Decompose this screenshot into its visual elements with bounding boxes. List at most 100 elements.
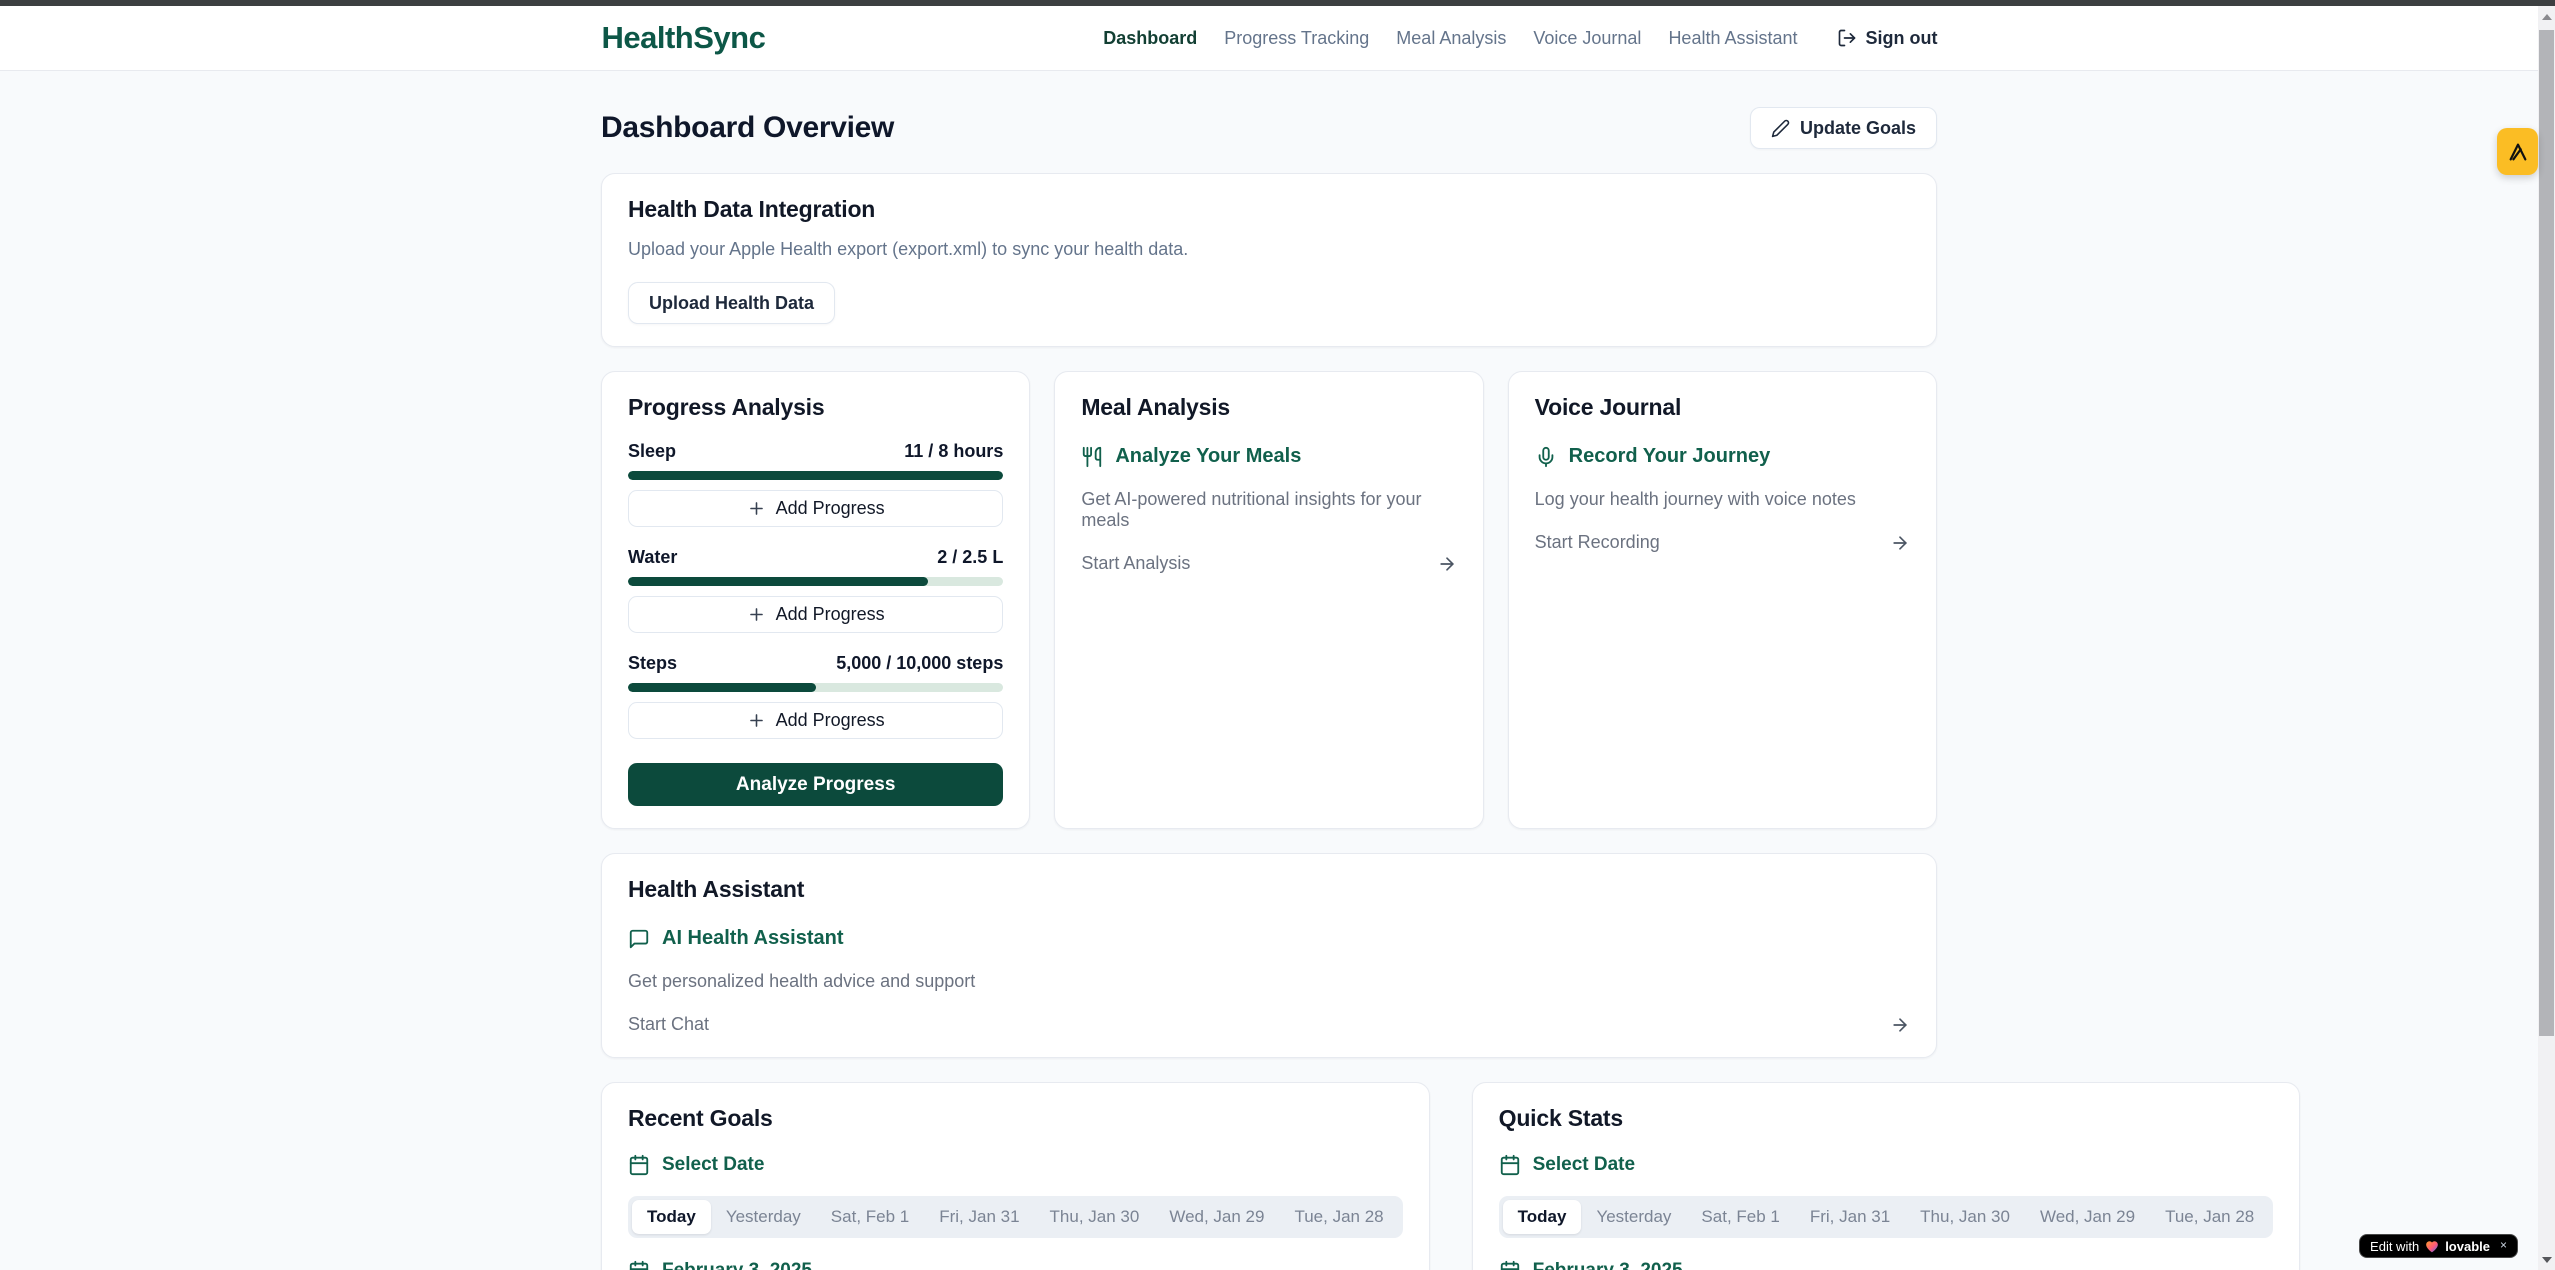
- meal-analysis-card: Meal Analysis Analyze Your Meals Get AI-…: [1054, 371, 1483, 829]
- quick-stats-current-date: February 3, 2025: [1499, 1260, 2274, 1270]
- record-your-journey-link[interactable]: Record Your Journey: [1535, 445, 1910, 468]
- add-progress-steps-button[interactable]: Add Progress: [628, 702, 1003, 739]
- assistant-title: Health Assistant: [628, 876, 1910, 903]
- add-progress-label: Add Progress: [776, 604, 885, 625]
- calendar-icon: [1499, 1154, 1521, 1176]
- assistant-description: Get personalized health advice and suppo…: [628, 971, 1910, 992]
- add-progress-sleep-button[interactable]: Add Progress: [628, 490, 1003, 527]
- tab-thu-jan-30[interactable]: Thu, Jan 30: [1905, 1200, 2025, 1234]
- add-progress-label: Add Progress: [776, 710, 885, 731]
- bolt-a-icon: [2507, 141, 2529, 163]
- add-progress-water-button[interactable]: Add Progress: [628, 596, 1003, 633]
- sign-out-button[interactable]: Sign out: [1837, 28, 1938, 49]
- dev-tool-floating-button[interactable]: [2497, 128, 2538, 175]
- progress-label: Water: [628, 547, 677, 568]
- scroll-up-button[interactable]: [2538, 8, 2555, 25]
- plus-icon: [747, 605, 766, 624]
- tab-today[interactable]: Today: [1503, 1200, 1582, 1234]
- chat-bubble-icon: [628, 928, 650, 950]
- start-analysis-label: Start Analysis: [1081, 553, 1190, 574]
- tab-yesterday[interactable]: Yesterday: [1581, 1200, 1686, 1234]
- ai-health-assistant-label: AI Health Assistant: [662, 927, 844, 950]
- start-analysis-link[interactable]: Start Analysis: [1081, 553, 1456, 574]
- progress-bar-track: [628, 471, 1003, 480]
- tab-wed-jan-29[interactable]: Wed, Jan 29: [2025, 1200, 2150, 1234]
- quick-stats-title: Quick Stats: [1499, 1105, 2274, 1132]
- tab-yesterday[interactable]: Yesterday: [711, 1200, 816, 1234]
- pencil-icon: [1771, 119, 1790, 138]
- nav-item-dashboard[interactable]: Dashboard: [1103, 28, 1197, 49]
- utensils-icon: [1081, 446, 1103, 468]
- tab-today[interactable]: Today: [632, 1200, 711, 1234]
- health-assistant-card: Health Assistant AI Health Assistant Get…: [601, 853, 1937, 1058]
- nav-item-voice-journal[interactable]: Voice Journal: [1533, 28, 1641, 49]
- quick-stats-card: Quick Stats Select Date Today Yesterday …: [1472, 1082, 2301, 1270]
- tab-sat-feb-1[interactable]: Sat, Feb 1: [816, 1200, 924, 1234]
- tab-fri-jan-31[interactable]: Fri, Jan 31: [924, 1200, 1034, 1234]
- recent-goals-select-date[interactable]: Select Date: [628, 1154, 1403, 1176]
- scroll-down-button[interactable]: [2538, 1251, 2555, 1268]
- edit-with-lovable-badge[interactable]: Edit with lovable ×: [2359, 1234, 2518, 1258]
- page-title: Dashboard Overview: [601, 111, 894, 145]
- progress-label: Steps: [628, 653, 677, 674]
- nav-item-progress-tracking[interactable]: Progress Tracking: [1224, 28, 1369, 49]
- ai-health-assistant-link[interactable]: AI Health Assistant: [628, 927, 1910, 950]
- quick-stats-select-date[interactable]: Select Date: [1499, 1154, 2274, 1176]
- analyze-your-meals-link[interactable]: Analyze Your Meals: [1081, 445, 1456, 468]
- progress-bar-fill: [628, 577, 928, 586]
- app-logo[interactable]: HealthSync: [602, 20, 766, 56]
- scrollbar[interactable]: [2538, 6, 2555, 1270]
- arrow-right-icon: [1437, 554, 1457, 574]
- scroll-up-icon: [2542, 14, 2552, 20]
- scrollbar-thumb[interactable]: [2539, 30, 2554, 1036]
- main-content: Dashboard Overview Update Goals Health D…: [0, 71, 2538, 1270]
- health-data-integration-card: Health Data Integration Upload your Appl…: [601, 173, 1937, 347]
- tab-sat-feb-1[interactable]: Sat, Feb 1: [1686, 1200, 1794, 1234]
- start-recording-label: Start Recording: [1535, 532, 1660, 553]
- add-progress-label: Add Progress: [776, 498, 885, 519]
- calendar-icon: [628, 1154, 650, 1176]
- upload-health-data-button[interactable]: Upload Health Data: [628, 282, 835, 324]
- header: HealthSync Dashboard Progress Tracking M…: [0, 6, 2555, 71]
- progress-value: 5,000 / 10,000 steps: [836, 653, 1003, 674]
- nav-item-meal-analysis[interactable]: Meal Analysis: [1396, 28, 1506, 49]
- progress-item-sleep: Sleep 11 / 8 hours Add Progress: [628, 441, 1003, 527]
- voice-description: Log your health journey with voice notes: [1535, 489, 1910, 510]
- meal-title: Meal Analysis: [1081, 394, 1456, 421]
- analyze-progress-button[interactable]: Analyze Progress: [628, 763, 1003, 806]
- badge-brand: lovable: [2445, 1239, 2490, 1254]
- sign-out-label: Sign out: [1866, 28, 1938, 49]
- select-date-label: Select Date: [1533, 1154, 1635, 1176]
- progress-bar-track: [628, 577, 1003, 586]
- badge-close-icon[interactable]: ×: [2500, 1235, 2507, 1255]
- recent-goals-card: Recent Goals Select Date Today Yesterday…: [601, 1082, 1430, 1270]
- voice-title: Voice Journal: [1535, 394, 1910, 421]
- nav-item-health-assistant[interactable]: Health Assistant: [1668, 28, 1797, 49]
- arrow-right-icon: [1890, 1015, 1910, 1035]
- calendar-icon: [628, 1260, 650, 1270]
- tab-fri-jan-31[interactable]: Fri, Jan 31: [1795, 1200, 1905, 1234]
- recent-goals-date-tabs: Today Yesterday Sat, Feb 1 Fri, Jan 31 T…: [628, 1196, 1403, 1238]
- arrow-right-icon: [1890, 533, 1910, 553]
- progress-label: Sleep: [628, 441, 676, 462]
- tab-wed-jan-29[interactable]: Wed, Jan 29: [1154, 1200, 1279, 1234]
- plus-icon: [747, 499, 766, 518]
- start-chat-label: Start Chat: [628, 1014, 709, 1035]
- progress-item-steps: Steps 5,000 / 10,000 steps Add Progress: [628, 653, 1003, 739]
- log-out-icon: [1837, 28, 1857, 48]
- progress-bar-fill: [628, 683, 816, 692]
- main-nav: Dashboard Progress Tracking Meal Analysi…: [1103, 28, 1937, 49]
- tab-tue-jan-28[interactable]: Tue, Jan 28: [2150, 1200, 2269, 1234]
- update-goals-button[interactable]: Update Goals: [1750, 107, 1937, 149]
- progress-title: Progress Analysis: [628, 394, 1003, 421]
- browser-top-strip: [0, 0, 2555, 6]
- recent-goals-title: Recent Goals: [628, 1105, 1403, 1132]
- analyze-your-meals-label: Analyze Your Meals: [1115, 445, 1301, 468]
- tab-tue-jan-28[interactable]: Tue, Jan 28: [1279, 1200, 1398, 1234]
- progress-value: 2 / 2.5 L: [937, 547, 1003, 568]
- tab-thu-jan-30[interactable]: Thu, Jan 30: [1035, 1200, 1155, 1234]
- start-recording-link[interactable]: Start Recording: [1535, 532, 1910, 553]
- start-chat-link[interactable]: Start Chat: [628, 1014, 1910, 1035]
- plus-icon: [747, 711, 766, 730]
- current-date-label: February 3, 2025: [1533, 1260, 1683, 1270]
